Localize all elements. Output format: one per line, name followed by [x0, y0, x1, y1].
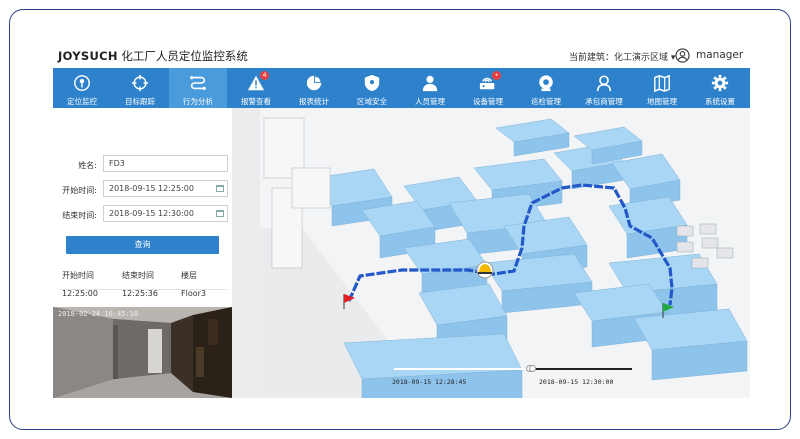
end-time-label: 结束时间:: [62, 211, 97, 220]
nav-item-label: 设备管理: [473, 97, 503, 106]
camera-video-feed[interactable]: 2018-02-24 16:45:10: [53, 307, 232, 398]
nav-item-target[interactable]: 目标跟踪: [111, 68, 169, 108]
table-cell-end[interactable]: 12:25:36: [122, 289, 158, 298]
column-header-start: 开始时间: [62, 271, 94, 280]
equipment-box: [699, 223, 717, 235]
app-window: JOYSUCH 化工厂人员定位监控系统 当前建筑：化工演示区域 ▾ manage…: [53, 41, 750, 398]
corridor-camera-image: [53, 307, 232, 398]
worker-marker-icon[interactable]: [476, 261, 494, 279]
nav-item-pie-chart[interactable]: 报表统计: [285, 68, 343, 108]
nav-item-label: 巡检管理: [531, 97, 561, 106]
nav-item-contractor[interactable]: 承包商管理: [575, 68, 633, 108]
column-header-end: 结束时间: [122, 271, 154, 280]
building-value: 化工演示区域: [614, 53, 669, 63]
playback-end-time: 2018-09-15 12:30:00: [539, 378, 614, 386]
gear-icon: [709, 72, 731, 94]
nav-item-patrol[interactable]: 巡检管理: [517, 68, 575, 108]
floor-map: [232, 108, 750, 398]
end-time-value: 2018-09-15 12:30:00: [109, 209, 194, 218]
brand-logo: JOYSUCH: [58, 49, 118, 63]
nav-item-location[interactable]: 定位监控: [53, 68, 111, 108]
header-bar: JOYSUCH 化工厂人员定位监控系统 当前建筑：化工演示区域 ▾ manage…: [53, 41, 750, 68]
user-avatar-icon: [675, 47, 690, 63]
playback-progress: [394, 368, 530, 370]
nav-item-gear[interactable]: 系统设置: [691, 68, 749, 108]
column-header-floor: 楼层: [181, 271, 197, 280]
map-icon: [651, 72, 673, 94]
shield-icon: [361, 72, 383, 94]
playback-start-time: 2018-09-15 12:28:45: [392, 378, 467, 386]
nav-item-label: 报警查看: [241, 97, 271, 106]
nav-item-label: 人员管理: [415, 97, 445, 106]
app-title: JOYSUCH 化工厂人员定位监控系统: [58, 48, 248, 64]
contractor-icon: [593, 72, 615, 94]
name-input[interactable]: FD3: [103, 155, 228, 172]
end-time-input[interactable]: 2018-09-15 12:30:00: [103, 205, 228, 222]
nav-item-alarm[interactable]: 报警查看 4: [227, 68, 285, 108]
calendar-icon[interactable]: [216, 185, 224, 192]
equipment-box: [676, 225, 694, 237]
equipment-box: [701, 237, 719, 249]
nav-item-map[interactable]: 地图管理: [633, 68, 691, 108]
path-icon: [187, 72, 209, 94]
map-view[interactable]: 2018-09-15 12:28:45 2018-09-15 12:30:00: [232, 108, 750, 398]
nav-item-label: 行为分析: [183, 97, 213, 106]
equipment-box: [691, 257, 709, 269]
user-menu[interactable]: manager: [675, 46, 743, 64]
nav-item-label: 地图管理: [647, 97, 677, 106]
nav-item-person[interactable]: 人员管理: [401, 68, 459, 108]
nav-item-label: 系统设置: [705, 97, 735, 106]
building-selector[interactable]: 当前建筑：化工演示区域 ▾: [569, 50, 675, 63]
nav-item-label: 区域安全: [357, 97, 387, 106]
query-button[interactable]: 查询: [66, 236, 219, 254]
nav-item-label: 目标跟踪: [125, 97, 155, 106]
calendar-icon[interactable]: [216, 210, 224, 217]
start-time-input[interactable]: 2018-09-15 12:25:00: [103, 180, 228, 197]
start-time-value: 2018-09-15 12:25:00: [109, 184, 194, 193]
equipment-box: [676, 241, 694, 253]
start-time-label: 开始时间:: [62, 186, 97, 195]
nav-item-shield[interactable]: 区域安全: [343, 68, 401, 108]
query-panel: 姓名: FD3 开始时间: 2018-09-15 12:25:00 结束时间: …: [53, 108, 232, 398]
patrol-icon: [535, 72, 557, 94]
notification-badge: •: [492, 71, 501, 80]
equipment-box: [716, 247, 734, 259]
table-cell-start[interactable]: 12:25:00: [62, 289, 98, 298]
location-icon: [71, 72, 93, 94]
nav-item-label: 承包商管理: [585, 97, 623, 106]
nav-item-label: 定位监控: [67, 97, 97, 106]
name-label: 姓名:: [78, 161, 97, 170]
playback-track[interactable]: [394, 368, 632, 370]
playback-end-marker: [529, 365, 536, 372]
video-timestamp: 2018-02-24 16:45:10: [58, 310, 139, 318]
notification-badge: 4: [260, 71, 269, 80]
main-nav: 定位监控 目标跟踪 行为分析 报警查看 4 报表统计 区域安全 人员管理 设备管理 • 巡检管理 承包…: [53, 68, 750, 108]
nav-item-device[interactable]: 设备管理 •: [459, 68, 517, 108]
building-label: 当前建筑：: [569, 53, 615, 63]
nav-item-label: 报表统计: [299, 97, 329, 106]
target-icon: [129, 72, 151, 94]
name-input-value: FD3: [109, 159, 125, 168]
nav-item-path[interactable]: 行为分析: [169, 68, 227, 108]
structure-outline: [291, 167, 331, 209]
system-title: 化工厂人员定位监控系统: [121, 49, 248, 63]
person-icon: [419, 72, 441, 94]
table-cell-floor[interactable]: Floor3: [181, 289, 206, 298]
user-name: manager: [696, 49, 744, 61]
pie-chart-icon: [303, 72, 325, 94]
